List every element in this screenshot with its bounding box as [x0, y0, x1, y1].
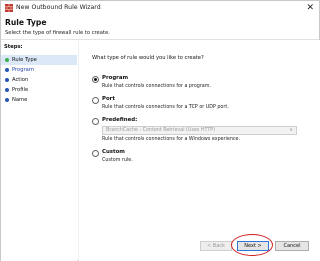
page-description: Select the type of firewall rule to crea… — [5, 30, 110, 36]
option-description: Rule that controls connections for a pro… — [102, 84, 211, 89]
custom-radio[interactable] — [92, 150, 99, 157]
port-radio[interactable] — [92, 97, 99, 104]
sidebar-item-label: Program — [12, 67, 34, 73]
step-dot-icon — [5, 98, 9, 102]
sidebar-item-label: Name — [12, 97, 28, 103]
option-description: Rule that controls connections for a Win… — [102, 137, 240, 142]
cancel-button[interactable]: Cancel — [275, 241, 309, 251]
sidebar-item-name[interactable]: Name — [1, 95, 77, 105]
option-label[interactable]: Custom — [102, 149, 125, 155]
window-title: New Outbound Rule Wizard — [16, 4, 101, 11]
step-dot-icon — [5, 88, 9, 92]
option-description: Custom rule. — [102, 158, 133, 163]
option-label[interactable]: Program — [102, 75, 128, 81]
wizard-window: New Outbound Rule Wizard ✕ Rule Type Sel… — [0, 0, 320, 261]
predefined-radio[interactable] — [92, 118, 99, 125]
close-icon[interactable]: ✕ — [306, 2, 314, 14]
sidebar-item-label: Profile — [12, 87, 29, 93]
sidebar-item-program[interactable]: Program — [1, 65, 77, 75]
sidebar-item-rule-type[interactable]: Rule Type — [1, 55, 77, 65]
sidebar-item-label: Rule Type — [12, 57, 37, 63]
back-button[interactable]: < Back — [200, 241, 232, 251]
steps-heading: Steps: — [4, 44, 23, 50]
predefined-select-value: BranchCache - Content Retrieval (Uses HT… — [106, 128, 216, 133]
chevron-down-icon: ∨ — [289, 127, 293, 133]
rule-type-question: What type of rule would you like to crea… — [92, 55, 204, 61]
program-radio[interactable] — [92, 76, 99, 83]
option-label[interactable]: Port — [102, 96, 115, 102]
firewall-wall-icon — [5, 4, 13, 12]
page-title: Rule Type — [5, 18, 47, 27]
rule-type-panel: What type of rule would you like to crea… — [78, 40, 320, 261]
option-label[interactable]: Predefined: — [102, 117, 137, 123]
sidebar-item-action[interactable]: Action — [1, 75, 77, 85]
step-dot-icon — [5, 78, 9, 82]
steps-sidebar: Steps: Rule Type Program Action Profile … — [1, 40, 77, 261]
title-bar: New Outbound Rule Wizard ✕ — [1, 1, 319, 15]
wizard-header: Rule Type Select the type of firewall ru… — [1, 15, 319, 39]
step-dot-icon — [5, 68, 9, 72]
step-current-dot-icon — [5, 58, 9, 62]
sidebar-item-label: Action — [12, 77, 29, 83]
next-button[interactable]: Next > — [237, 241, 269, 251]
sidebar-item-profile[interactable]: Profile — [1, 85, 77, 95]
predefined-select[interactable]: BranchCache - Content Retrieval (Uses HT… — [102, 126, 297, 135]
option-description: Rule that controls connections for a TCP… — [102, 105, 229, 110]
